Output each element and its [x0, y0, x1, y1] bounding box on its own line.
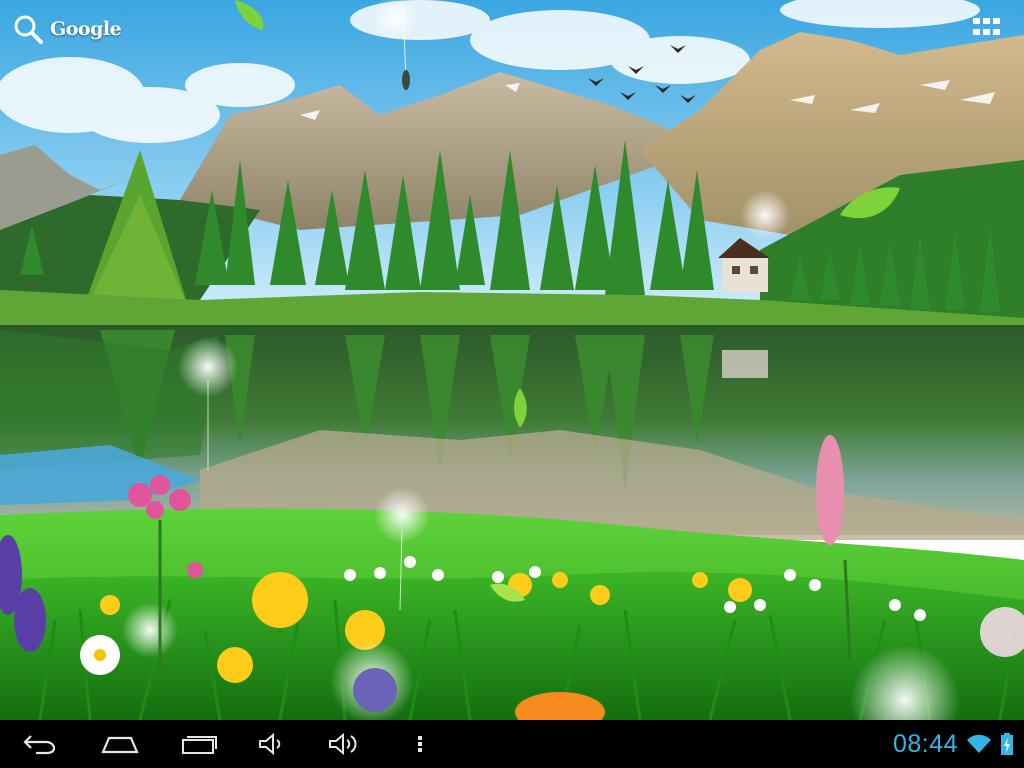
system-navigation-bar: 08:44	[0, 720, 1024, 768]
home-icon	[101, 736, 139, 754]
google-search-label: Google	[50, 18, 122, 40]
volume-up-icon	[329, 732, 357, 756]
wifi-icon	[966, 734, 992, 754]
grid-icon	[973, 18, 1000, 35]
back-icon	[23, 735, 56, 755]
google-search-widget[interactable]: Google	[12, 12, 122, 46]
clock: 08:44	[892, 729, 958, 758]
all-apps-button[interactable]	[972, 16, 1002, 42]
battery-charging-icon	[1000, 732, 1014, 756]
recent-apps-icon	[182, 736, 217, 754]
search-icon	[14, 15, 43, 44]
menu-button[interactable]	[398, 728, 442, 760]
volume-up-button[interactable]	[322, 728, 366, 760]
volume-down-button[interactable]	[250, 728, 294, 760]
home-button[interactable]	[98, 728, 142, 760]
home-screen: Google 08:44	[0, 0, 1024, 768]
menu-icon	[418, 736, 422, 752]
live-wallpaper	[0, 0, 1024, 720]
volume-down-icon	[259, 733, 281, 755]
status-area[interactable]: 08:44	[893, 720, 1014, 768]
back-button[interactable]	[18, 728, 62, 760]
recent-apps-button[interactable]	[178, 728, 222, 760]
